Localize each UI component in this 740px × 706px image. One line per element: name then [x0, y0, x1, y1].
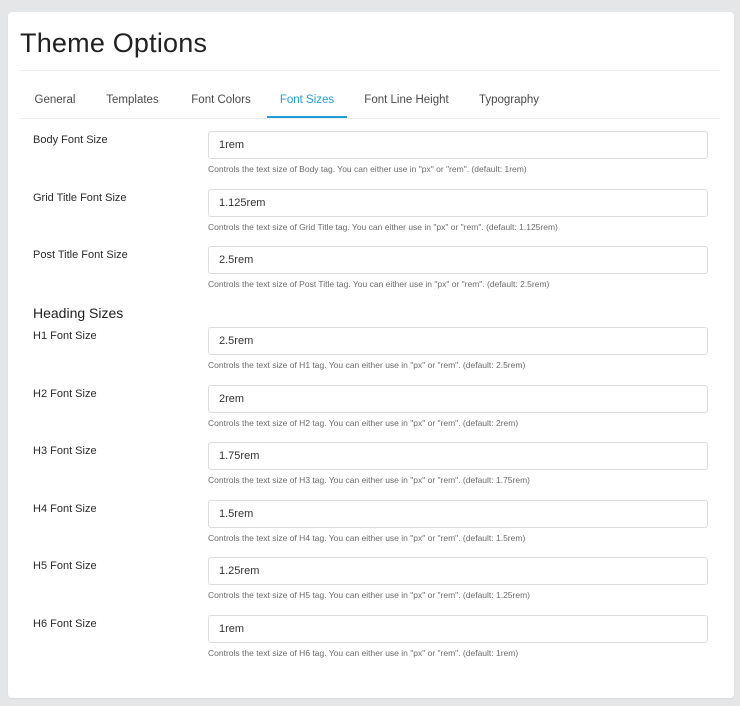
h4-font-size-help: Controls the text size of H4 tag. You ca…	[208, 533, 526, 543]
grid-title-font-size-label: Grid Title Font Size	[33, 192, 127, 204]
h5-font-size-help: Controls the text size of H5 tag. You ca…	[208, 590, 531, 600]
tab-font-colors[interactable]: Font Colors	[175, 84, 267, 118]
heading-sizes-title: Heading Sizes	[33, 305, 124, 321]
post-title-font-size-input[interactable]	[208, 246, 708, 274]
h3-font-size-input[interactable]	[208, 442, 708, 470]
h3-font-size-label: H3 Font Size	[33, 445, 97, 457]
post-title-font-size-help: Controls the text size of Post Title tag…	[208, 279, 550, 289]
title-divider	[20, 70, 720, 71]
options-tabs: General Templates Font Colors Font Sizes…	[20, 84, 552, 118]
tabs-divider	[20, 118, 720, 119]
h4-font-size-input[interactable]	[208, 500, 708, 528]
h5-font-size-label: H5 Font Size	[33, 560, 97, 572]
grid-title-font-size-input[interactable]	[208, 189, 708, 217]
h5-font-size-input[interactable]	[208, 557, 708, 585]
body-font-size-label: Body Font Size	[33, 134, 108, 146]
grid-title-font-size-help: Controls the text size of Grid Title tag…	[208, 222, 558, 232]
h3-font-size-help: Controls the text size of H3 tag. You ca…	[208, 475, 531, 485]
h2-font-size-input[interactable]	[208, 385, 708, 413]
post-title-font-size-label: Post Title Font Size	[33, 249, 128, 261]
body-font-size-help: Controls the text size of Body tag. You …	[208, 164, 527, 174]
page-title: Theme Options	[20, 28, 208, 58]
h4-font-size-label: H4 Font Size	[33, 503, 97, 515]
tab-font-sizes[interactable]: Font Sizes	[267, 84, 347, 118]
h6-font-size-label: H6 Font Size	[33, 618, 97, 630]
h2-font-size-help: Controls the text size of H2 tag. You ca…	[208, 418, 519, 428]
h1-font-size-label: H1 Font Size	[33, 330, 97, 342]
h2-font-size-label: H2 Font Size	[33, 388, 97, 400]
tab-typography[interactable]: Typography	[466, 84, 552, 118]
theme-options-panel: Theme Options General Templates Font Col…	[8, 12, 734, 698]
tab-general[interactable]: General	[20, 84, 90, 118]
tab-font-line-height[interactable]: Font Line Height	[347, 84, 466, 118]
h1-font-size-help: Controls the text size of H1 tag. You ca…	[208, 360, 526, 370]
body-font-size-input[interactable]	[208, 131, 708, 159]
tab-templates[interactable]: Templates	[90, 84, 175, 118]
h6-font-size-help: Controls the text size of H6 tag. You ca…	[208, 648, 519, 658]
h6-font-size-input[interactable]	[208, 615, 708, 643]
h1-font-size-input[interactable]	[208, 327, 708, 355]
